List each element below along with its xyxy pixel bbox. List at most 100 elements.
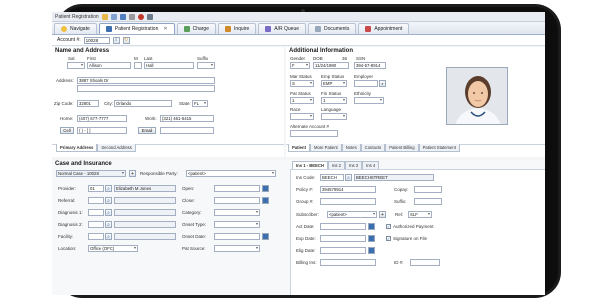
calendar-icon[interactable] [368,247,375,254]
save-icon[interactable] [119,13,126,20]
diagnosis1-lookup-icon[interactable]: ⌕ [105,209,112,216]
record-icon[interactable] [137,13,144,20]
tab-ins3[interactable]: Ins 3 [345,161,363,169]
mar-status-select[interactable]: S [290,80,314,87]
open-date-field[interactable] [214,185,260,192]
provider-code-field[interactable]: 01 [88,185,104,192]
race-select[interactable] [290,113,314,120]
binoculars-icon[interactable]: ⌕ [112,36,120,44]
first-name-field[interactable]: Allison [87,62,131,69]
mi-field[interactable] [134,62,142,69]
billing-ins-field[interactable] [320,259,376,266]
tab-ar-queue[interactable]: A/R Queue [258,23,307,34]
diagnosis1-code-field[interactable] [88,209,104,216]
subscriber-add-icon[interactable]: + [379,211,386,218]
employer-lookup-icon[interactable]: ⌕ [379,80,386,87]
emp-status-select[interactable]: EMP [321,80,347,87]
gender-select[interactable]: F [290,62,310,69]
pat-status-select[interactable]: 1 [290,97,314,104]
tab-patient-registration[interactable]: Patient Registration ✕ [98,23,175,34]
subtab-more-patient[interactable]: More Patient [309,144,342,152]
referral-lookup-icon[interactable]: ⌕ [105,197,112,204]
address-line1-field[interactable]: 3887 Shoals Dr [77,77,215,84]
tab-documents[interactable]: Documents [308,23,357,34]
responsible-party-select[interactable]: <patient> [186,170,276,177]
signature-on-file-checkbox[interactable]: ✓ [386,236,391,241]
rel-select[interactable]: SLF [408,211,432,218]
exp-date-field[interactable] [320,235,366,242]
last-name-field[interactable]: Hall [144,62,194,69]
employer-field[interactable] [354,80,378,87]
subtab-patient-statement[interactable]: Patient Statement [418,144,460,152]
ins-lookup-icon[interactable]: ⌕ [345,174,352,181]
sal-select[interactable] [67,62,85,69]
suffix-field[interactable] [414,198,442,205]
refresh-icon[interactable]: ↻ [122,36,130,44]
subtab-contacts[interactable]: Contacts [360,144,386,152]
authorized-payment-checkbox[interactable]: ✓ [386,224,391,229]
email-button[interactable]: Email [138,127,156,134]
fin-status-select[interactable]: 1 [321,97,347,104]
case-add-icon[interactable]: + [129,170,136,177]
account-number-field[interactable]: 10028 [83,36,110,44]
tab-charge[interactable]: Charge [176,23,216,34]
policy-field[interactable]: 394578914 [320,186,376,193]
work-phone-field[interactable]: (321) 461-5415 [160,115,214,122]
facility-code-field[interactable] [88,233,104,240]
calendar-icon[interactable] [368,223,375,230]
calendar-icon[interactable] [262,185,269,192]
language-select[interactable] [321,113,347,120]
calendar-icon[interactable] [262,233,269,240]
tab-appointment[interactable]: Appointment [358,23,410,34]
tab-inquire[interactable]: Inquire [217,23,257,34]
state-select[interactable]: FL [192,100,208,107]
diagnosis2-code-field[interactable] [88,221,104,228]
zip-field[interactable]: 32801 [77,100,99,107]
pat-source-select[interactable] [214,245,260,252]
category-select[interactable] [214,209,260,216]
diagnosis2-lookup-icon[interactable]: ⌕ [105,221,112,228]
ssn-field[interactable]: 394-57-8914 [354,62,386,69]
edit-icon[interactable] [110,13,117,20]
elig-date-field[interactable] [320,247,366,254]
close-date-field[interactable] [214,197,260,204]
group-field[interactable] [320,198,376,205]
provider-lookup-icon[interactable]: ⌕ [105,185,112,192]
disk-icon[interactable] [128,13,135,20]
close-icon[interactable]: ✕ [163,26,167,32]
subtab-primary-address[interactable]: Primary Address [56,144,98,152]
id-field[interactable] [410,259,440,266]
onset-date-field[interactable] [214,233,260,240]
calendar-icon[interactable] [262,197,269,204]
tab-ins1[interactable]: Ins 1 - BEECH [292,161,328,169]
ethnicity-select[interactable] [354,97,384,104]
facility-lookup-icon[interactable]: ⌕ [105,233,112,240]
cell-phone-field[interactable]: ( ) - [ ] [77,127,127,134]
home-phone-field[interactable]: (407) 677-7777 [77,115,127,122]
subtab-patient-billing[interactable]: Patient Billing [385,144,419,152]
print-icon[interactable] [146,13,153,20]
alternate-account-field[interactable] [290,130,338,137]
tab-ins4[interactable]: Ins 4 [362,161,380,169]
tab-navigate[interactable]: Navigate [54,23,97,34]
calendar-icon[interactable] [368,235,375,242]
email-field[interactable] [160,127,214,134]
subtab-patient[interactable]: Patient [288,144,310,152]
referral-code-field[interactable] [88,197,104,204]
ins-code-field[interactable]: BEECH [320,174,344,181]
subtab-second-address[interactable]: Second Address [97,144,136,152]
copay-field[interactable] [414,186,442,193]
subscriber-select[interactable]: <patient> [327,211,377,218]
case-select[interactable]: Normal Case - 10028 [56,170,126,177]
act-date-field[interactable] [320,223,366,230]
subtab-notes[interactable]: Notes [341,144,361,152]
location-select[interactable]: Office (OFC) [88,245,138,252]
tab-ins2[interactable]: Ins 2 [327,161,346,169]
dob-field[interactable]: 11/24/1980 [313,62,349,69]
city-field[interactable]: Orlando [114,100,172,107]
suffix-select[interactable] [197,62,215,69]
cell-button[interactable]: Cell [60,127,74,134]
onset-type-select[interactable] [214,221,260,228]
folder-icon[interactable] [101,13,108,20]
address-line2-field[interactable] [77,85,215,92]
